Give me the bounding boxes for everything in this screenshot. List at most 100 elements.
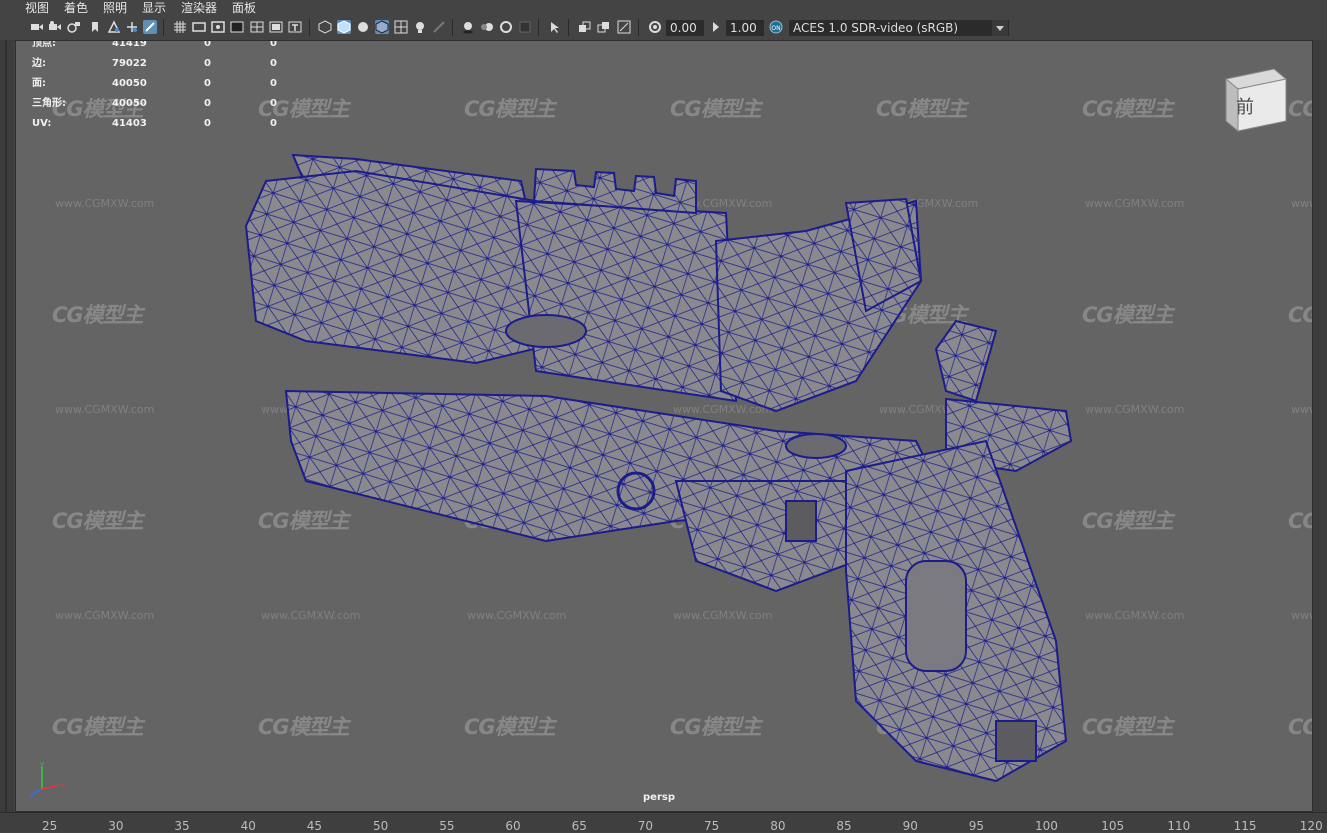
color-space-dropdown[interactable]: ACES 1.0 SDR-video (sRGB): [789, 20, 1009, 36]
motion-blur-icon[interactable]: [480, 20, 494, 34]
xray-joints-icon[interactable]: [597, 20, 611, 34]
time-slider-ruler[interactable]: 25 30 35 40 45 50 55 60 65 70 75 80 85 90 95 100 105 110 1…: [0, 812, 1327, 833]
timeline-tick-label: 100: [1035, 819, 1058, 833]
viewcube-front-label[interactable]: 前: [1236, 93, 1254, 119]
exposure-icon[interactable]: [648, 20, 662, 34]
xray-active-icon[interactable]: [578, 20, 592, 34]
timeline-tick-label: 95: [968, 819, 985, 833]
watermark-logo: CG模型主: [1288, 97, 1312, 121]
watermark-logo: CG模型主: [1288, 715, 1312, 739]
watermark-url: www.CGMXW.com: [1291, 197, 1312, 210]
watermark-logo: CG模型主: [1288, 509, 1312, 533]
svg-text:z: z: [30, 791, 34, 799]
svg-text:y: y: [40, 760, 44, 768]
grid-toggle-icon[interactable]: [173, 20, 187, 34]
timeline-tick-label: 45: [306, 819, 323, 833]
isolate-select-icon[interactable]: [548, 20, 562, 34]
lights-icon[interactable]: [413, 20, 427, 34]
timeline-tick-label: 25: [42, 819, 58, 833]
timeline-tick-label: 75: [704, 819, 720, 833]
timeline-tick-label: 80: [770, 819, 786, 833]
watermark-url: www.CGMXW.com: [1085, 197, 1185, 210]
watermark-url: www.CGMXW.com: [1085, 403, 1185, 416]
bookmark-icon[interactable]: [88, 20, 102, 34]
timeline-tick-label: 35: [174, 819, 190, 833]
camera-attr-icon[interactable]: [48, 20, 62, 34]
timeline-tick-label: 60: [505, 819, 521, 833]
timeline-tick-label: 105: [1101, 819, 1125, 833]
watermark-logo: CG模型主: [1288, 303, 1312, 327]
timeline-tick-label: 30: [108, 819, 124, 833]
svg-text:x: x: [61, 781, 65, 789]
axis-gizmo: y x z: [30, 760, 65, 799]
wireframe-icon[interactable]: [318, 20, 332, 34]
image-plane-icon[interactable]: [107, 20, 121, 34]
toolbar-separator: [452, 19, 453, 36]
menu-view[interactable]: 视图: [25, 0, 49, 16]
ambient-occlusion-icon[interactable]: [461, 20, 475, 34]
menu-show[interactable]: 显示: [142, 0, 166, 16]
default-material-icon[interactable]: [356, 20, 370, 34]
depth-of-field-icon[interactable]: [518, 20, 532, 34]
field-chart-icon[interactable]: [250, 20, 264, 34]
timeline-tick-label: 90: [902, 819, 918, 833]
toolbar-separator: [163, 19, 164, 36]
safe-action-icon[interactable]: [269, 20, 283, 34]
timeline-tick-label: 70: [637, 819, 654, 833]
watermark-logo: CG模型主: [52, 715, 144, 739]
watermark-url: www.CGMXW.com: [1085, 609, 1185, 622]
persp-viewport[interactable]: CG模型主 CG模型主 CG模型主 CG模型主 CG模型主 CG模型主 CG模型主 CG模型主…: [15, 40, 1313, 812]
watermark-url: www.CGMXW.com: [1291, 403, 1312, 416]
watermark-logo: CG模型主: [876, 97, 968, 121]
smooth-shade-icon[interactable]: [337, 20, 351, 34]
timeline-tick-label: 110: [1167, 819, 1191, 833]
wireframe-on-shaded-icon[interactable]: [375, 20, 389, 34]
camera-lock-icon[interactable]: [67, 20, 81, 34]
watermark-logo: CG模型主: [52, 509, 144, 533]
watermark-url: www.CGMXW.com: [55, 609, 155, 622]
watermark-logo: CG模型主: [52, 303, 144, 327]
watermark-url: www.CGMXW.com: [55, 403, 155, 416]
timeline-tick-label: 65: [571, 819, 587, 833]
timeline-tick-label: 120: [1299, 819, 1323, 833]
right-panel-rail: [1313, 40, 1327, 830]
toolbar-separator: [638, 19, 639, 36]
chevron-down-icon[interactable]: [992, 20, 1008, 36]
view-cube[interactable]: [1222, 65, 1290, 137]
film-gate-icon[interactable]: [192, 20, 206, 34]
anti-aliasing-icon[interactable]: [499, 20, 513, 34]
safe-title-icon[interactable]: [288, 20, 302, 34]
watermark-url: www.CGMXW.com: [1291, 609, 1312, 622]
backface-cull-icon[interactable]: [617, 20, 631, 34]
viewport-menu-bar: 视图 着色 照明 显示 渲染器 面板: [0, 0, 1327, 16]
gamma-icon[interactable]: [709, 20, 723, 34]
exposure-field[interactable]: 0.00: [666, 20, 704, 36]
menu-shading[interactable]: 着色: [64, 0, 88, 16]
gamma-field[interactable]: 1.00: [726, 20, 764, 36]
revolver-wireframe-model[interactable]: [216, 141, 1096, 801]
two-d-pan-icon[interactable]: [125, 20, 139, 34]
watermark-logo: CG模型主: [464, 97, 556, 121]
xray-icon[interactable]: [394, 20, 408, 34]
left-panel-rail: [0, 40, 14, 830]
shadows-icon[interactable]: [432, 20, 446, 34]
grease-pencil-icon[interactable]: [143, 20, 157, 34]
menu-lighting[interactable]: 照明: [103, 0, 127, 16]
timeline-tick-label: 115: [1233, 819, 1257, 833]
toolbar-separator: [309, 19, 310, 36]
toolbar-separator: [538, 19, 539, 36]
menu-renderer[interactable]: 渲染器: [181, 0, 217, 16]
watermark-url: www.CGMXW.com: [55, 197, 155, 210]
watermark-logo: CG模型主: [670, 97, 762, 121]
watermark-logo: CG模型主: [1082, 97, 1174, 121]
menu-panels[interactable]: 面板: [232, 0, 256, 16]
resolution-gate-icon[interactable]: [211, 20, 225, 34]
gate-mask-icon[interactable]: [230, 20, 244, 34]
timeline-tick-label: 40: [240, 819, 256, 833]
color-management-icon[interactable]: ON: [769, 20, 783, 34]
camera-icon[interactable]: [30, 20, 44, 34]
camera-name-label: persp: [643, 792, 675, 803]
svg-text:ON: ON: [771, 25, 780, 32]
toolbar-separator: [568, 19, 569, 36]
timeline-tick-label: 50: [373, 819, 389, 833]
